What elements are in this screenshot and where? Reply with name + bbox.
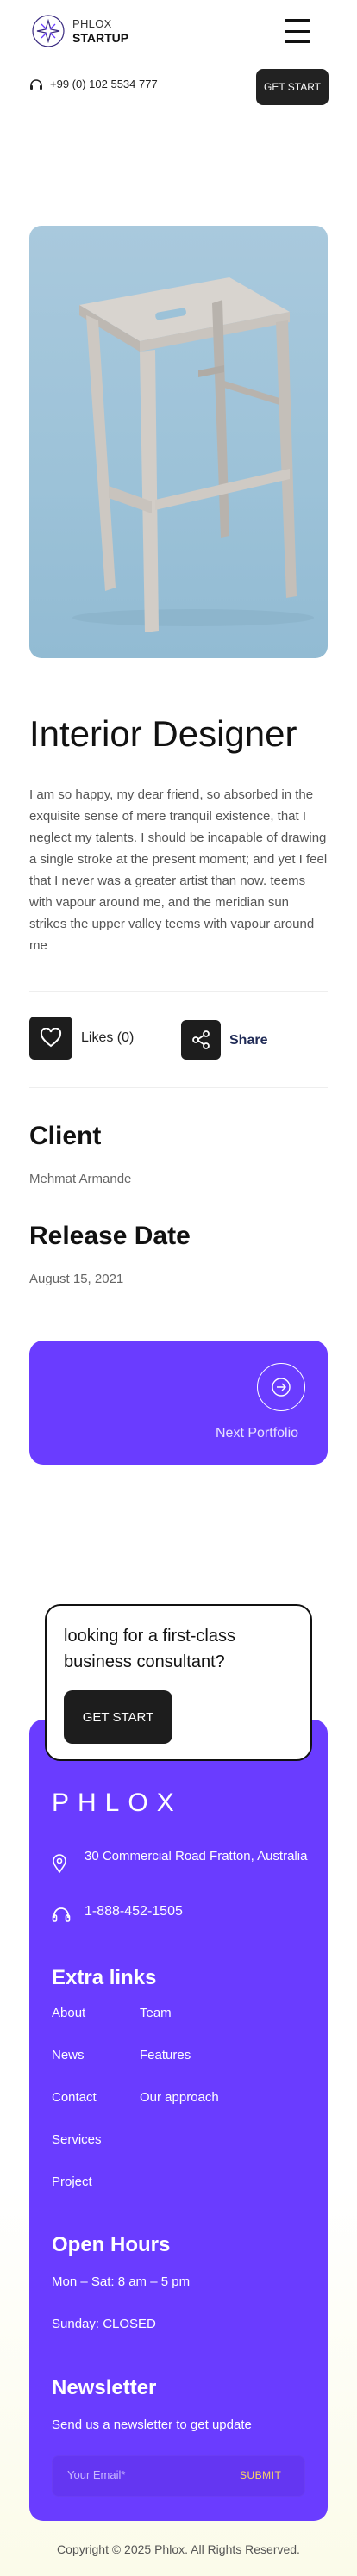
divider — [29, 1087, 328, 1088]
footer-link-contact[interactable]: Contact — [52, 2090, 97, 2105]
project-title: Interior Designer — [29, 713, 298, 754]
cta-get-start-button[interactable]: GET START — [64, 1690, 172, 1744]
footer-link-services[interactable]: Services — [52, 2132, 102, 2147]
footer-link-features[interactable]: Features — [140, 2048, 191, 2063]
release-heading: Release Date — [29, 1222, 191, 1250]
project-description: I am so happy, my dear friend, so absorb… — [29, 787, 328, 953]
heart-icon — [40, 1028, 62, 1048]
email-field[interactable] — [67, 2468, 205, 2481]
site-logo[interactable]: PHLOX STARTUP — [29, 12, 128, 50]
likes-count: Likes (0) — [81, 1030, 135, 1045]
portfolio-image — [29, 226, 328, 658]
share-button[interactable] — [181, 1020, 221, 1060]
arrow-right-icon[interactable] — [257, 1363, 305, 1411]
footer-link-about[interactable]: About — [52, 2006, 85, 2020]
next-portfolio-link[interactable]: Next Portfolio — [216, 1426, 298, 1441]
header-phone[interactable]: +99 (0) 102 5534 777 — [29, 78, 158, 90]
share-icon — [192, 1030, 210, 1049]
hours-sunday: Sunday: CLOSED — [52, 2317, 156, 2331]
extra-links-heading: Extra links — [52, 1966, 157, 1989]
footer-link-news[interactable]: News — [52, 2048, 85, 2063]
logo-line1: PHLOX — [72, 17, 112, 30]
footer-brand: PHLOX — [52, 1789, 183, 1817]
header-phone-number: +99 (0) 102 5534 777 — [50, 78, 158, 90]
footer-phone[interactable]: 1-888-452-1505 — [85, 1904, 183, 1920]
get-start-button[interactable]: GET START — [256, 69, 329, 105]
newsletter-text: Send us a newsletter to get update — [52, 2417, 252, 2432]
headphones-icon — [52, 1907, 71, 1922]
newsletter-heading: Newsletter — [52, 2376, 157, 2399]
submit-button[interactable]: SUBMIT — [240, 2469, 281, 2481]
hours-weekday: Mon – Sat: 8 am – 5 pm — [52, 2274, 191, 2289]
divider — [29, 991, 328, 992]
location-pin-icon — [53, 1854, 66, 1873]
release-value: August 15, 2021 — [29, 1272, 124, 1286]
share-label[interactable]: Share — [229, 1033, 267, 1048]
stool-image — [72, 277, 314, 632]
open-hours-heading: Open Hours — [52, 2233, 171, 2256]
logo-line2: STARTUP — [72, 31, 129, 45]
lotus-logo-icon — [32, 15, 65, 47]
footer-link-team[interactable]: Team — [140, 2006, 172, 2020]
headphones-icon — [30, 78, 42, 90]
like-button[interactable] — [29, 1017, 72, 1060]
cta-text: looking for a first-class business consu… — [64, 1627, 235, 1671]
footer-link-approach[interactable]: Our approach — [140, 2090, 219, 2105]
client-value: Mehmat Armande — [29, 1172, 132, 1186]
hamburger-icon[interactable] — [285, 19, 310, 43]
copyright: Copyright © 2025 Phlox. All Rights Reser… — [57, 2542, 300, 2556]
footer-link-project[interactable]: Project — [52, 2175, 92, 2189]
client-heading: Client — [29, 1122, 102, 1150]
footer — [29, 1720, 328, 2521]
footer-address: 30 Commercial Road Fratton, Australia — [85, 1849, 308, 1864]
